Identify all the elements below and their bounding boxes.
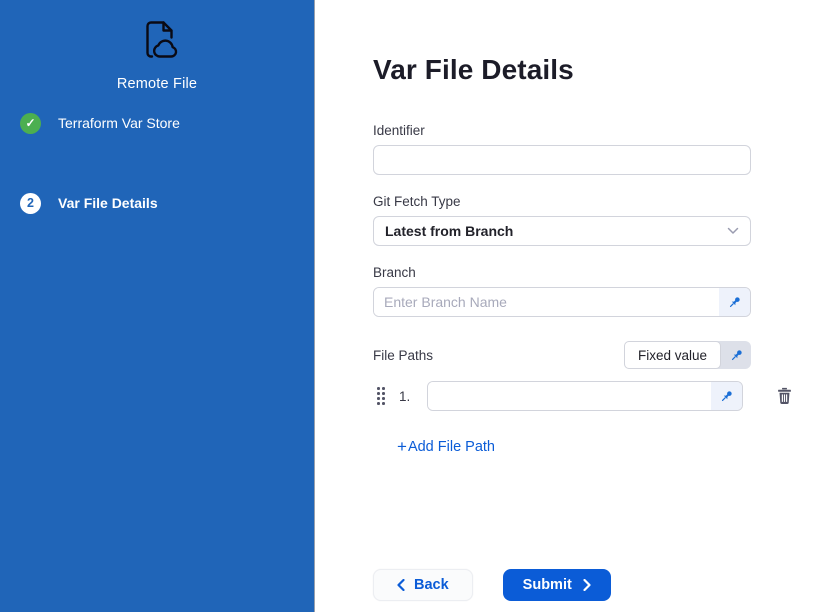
pin-icon [727, 295, 742, 310]
git-fetch-type-select[interactable]: Latest from Branch [373, 216, 751, 246]
branch-runtime-pin-button[interactable] [719, 288, 750, 316]
sidebar-step-terraform-var-store[interactable]: ✓ Terraform Var Store [0, 112, 314, 134]
sidebar-step-var-file-details[interactable]: 2 Var File Details [0, 192, 314, 214]
sidebar-title: Remote File [0, 76, 314, 92]
var-file-details-panel: Var File Details Identifier Git Fetch Ty… [315, 0, 836, 612]
var-file-form: Identifier Git Fetch Type Latest from Br… [373, 123, 751, 601]
step-label: Terraform Var Store [58, 115, 180, 131]
delete-file-path-button[interactable] [774, 385, 795, 407]
row-index: 1. [399, 389, 410, 404]
back-button[interactable]: Back [373, 569, 473, 601]
file-path-field [427, 381, 743, 411]
value-type-pin-icon [721, 341, 751, 369]
git-fetch-type-value: Latest from Branch [385, 223, 513, 239]
chevron-left-icon [397, 579, 405, 591]
identifier-input[interactable] [373, 145, 751, 175]
add-file-path-button[interactable]: + Add File Path [397, 438, 495, 455]
page-title: Var File Details [373, 54, 836, 86]
file-path-runtime-pin-button[interactable] [711, 382, 742, 410]
file-path-input[interactable] [428, 382, 711, 410]
fixed-value-label: Fixed value [624, 341, 721, 369]
trash-icon [776, 387, 793, 405]
step-number-badge: 2 [20, 193, 41, 214]
step-label: Var File Details [58, 195, 158, 211]
plus-icon: + [397, 438, 407, 455]
branch-input[interactable] [374, 288, 719, 316]
check-glyph: ✓ [25, 117, 35, 129]
back-button-label: Back [414, 577, 449, 593]
remote-file-cloud-icon [133, 15, 181, 70]
file-paths-value-type-button[interactable]: Fixed value [624, 341, 751, 369]
chevron-right-icon [583, 579, 591, 591]
chevron-down-icon [727, 227, 739, 235]
step-completed-check-icon: ✓ [20, 113, 41, 134]
file-paths-label: File Paths [373, 348, 433, 363]
sidebar-header: Remote File [0, 0, 314, 92]
file-path-row: 1. [373, 381, 751, 411]
branch-field [373, 287, 751, 317]
branch-label: Branch [373, 265, 751, 280]
wizard-footer: Back Submit [373, 569, 751, 601]
identifier-label: Identifier [373, 123, 751, 138]
step-sidebar: Remote File ✓ Terraform Var Store 2 Var … [0, 0, 315, 612]
file-paths-header: File Paths Fixed value [373, 341, 751, 369]
pin-icon [719, 389, 734, 404]
wizard-dialog: Remote File ✓ Terraform Var Store 2 Var … [0, 0, 836, 612]
submit-button[interactable]: Submit [503, 569, 611, 601]
git-fetch-type-label: Git Fetch Type [373, 194, 751, 209]
submit-button-label: Submit [523, 577, 572, 593]
add-file-path-label: Add File Path [408, 439, 495, 455]
drag-handle-icon[interactable] [377, 387, 385, 405]
